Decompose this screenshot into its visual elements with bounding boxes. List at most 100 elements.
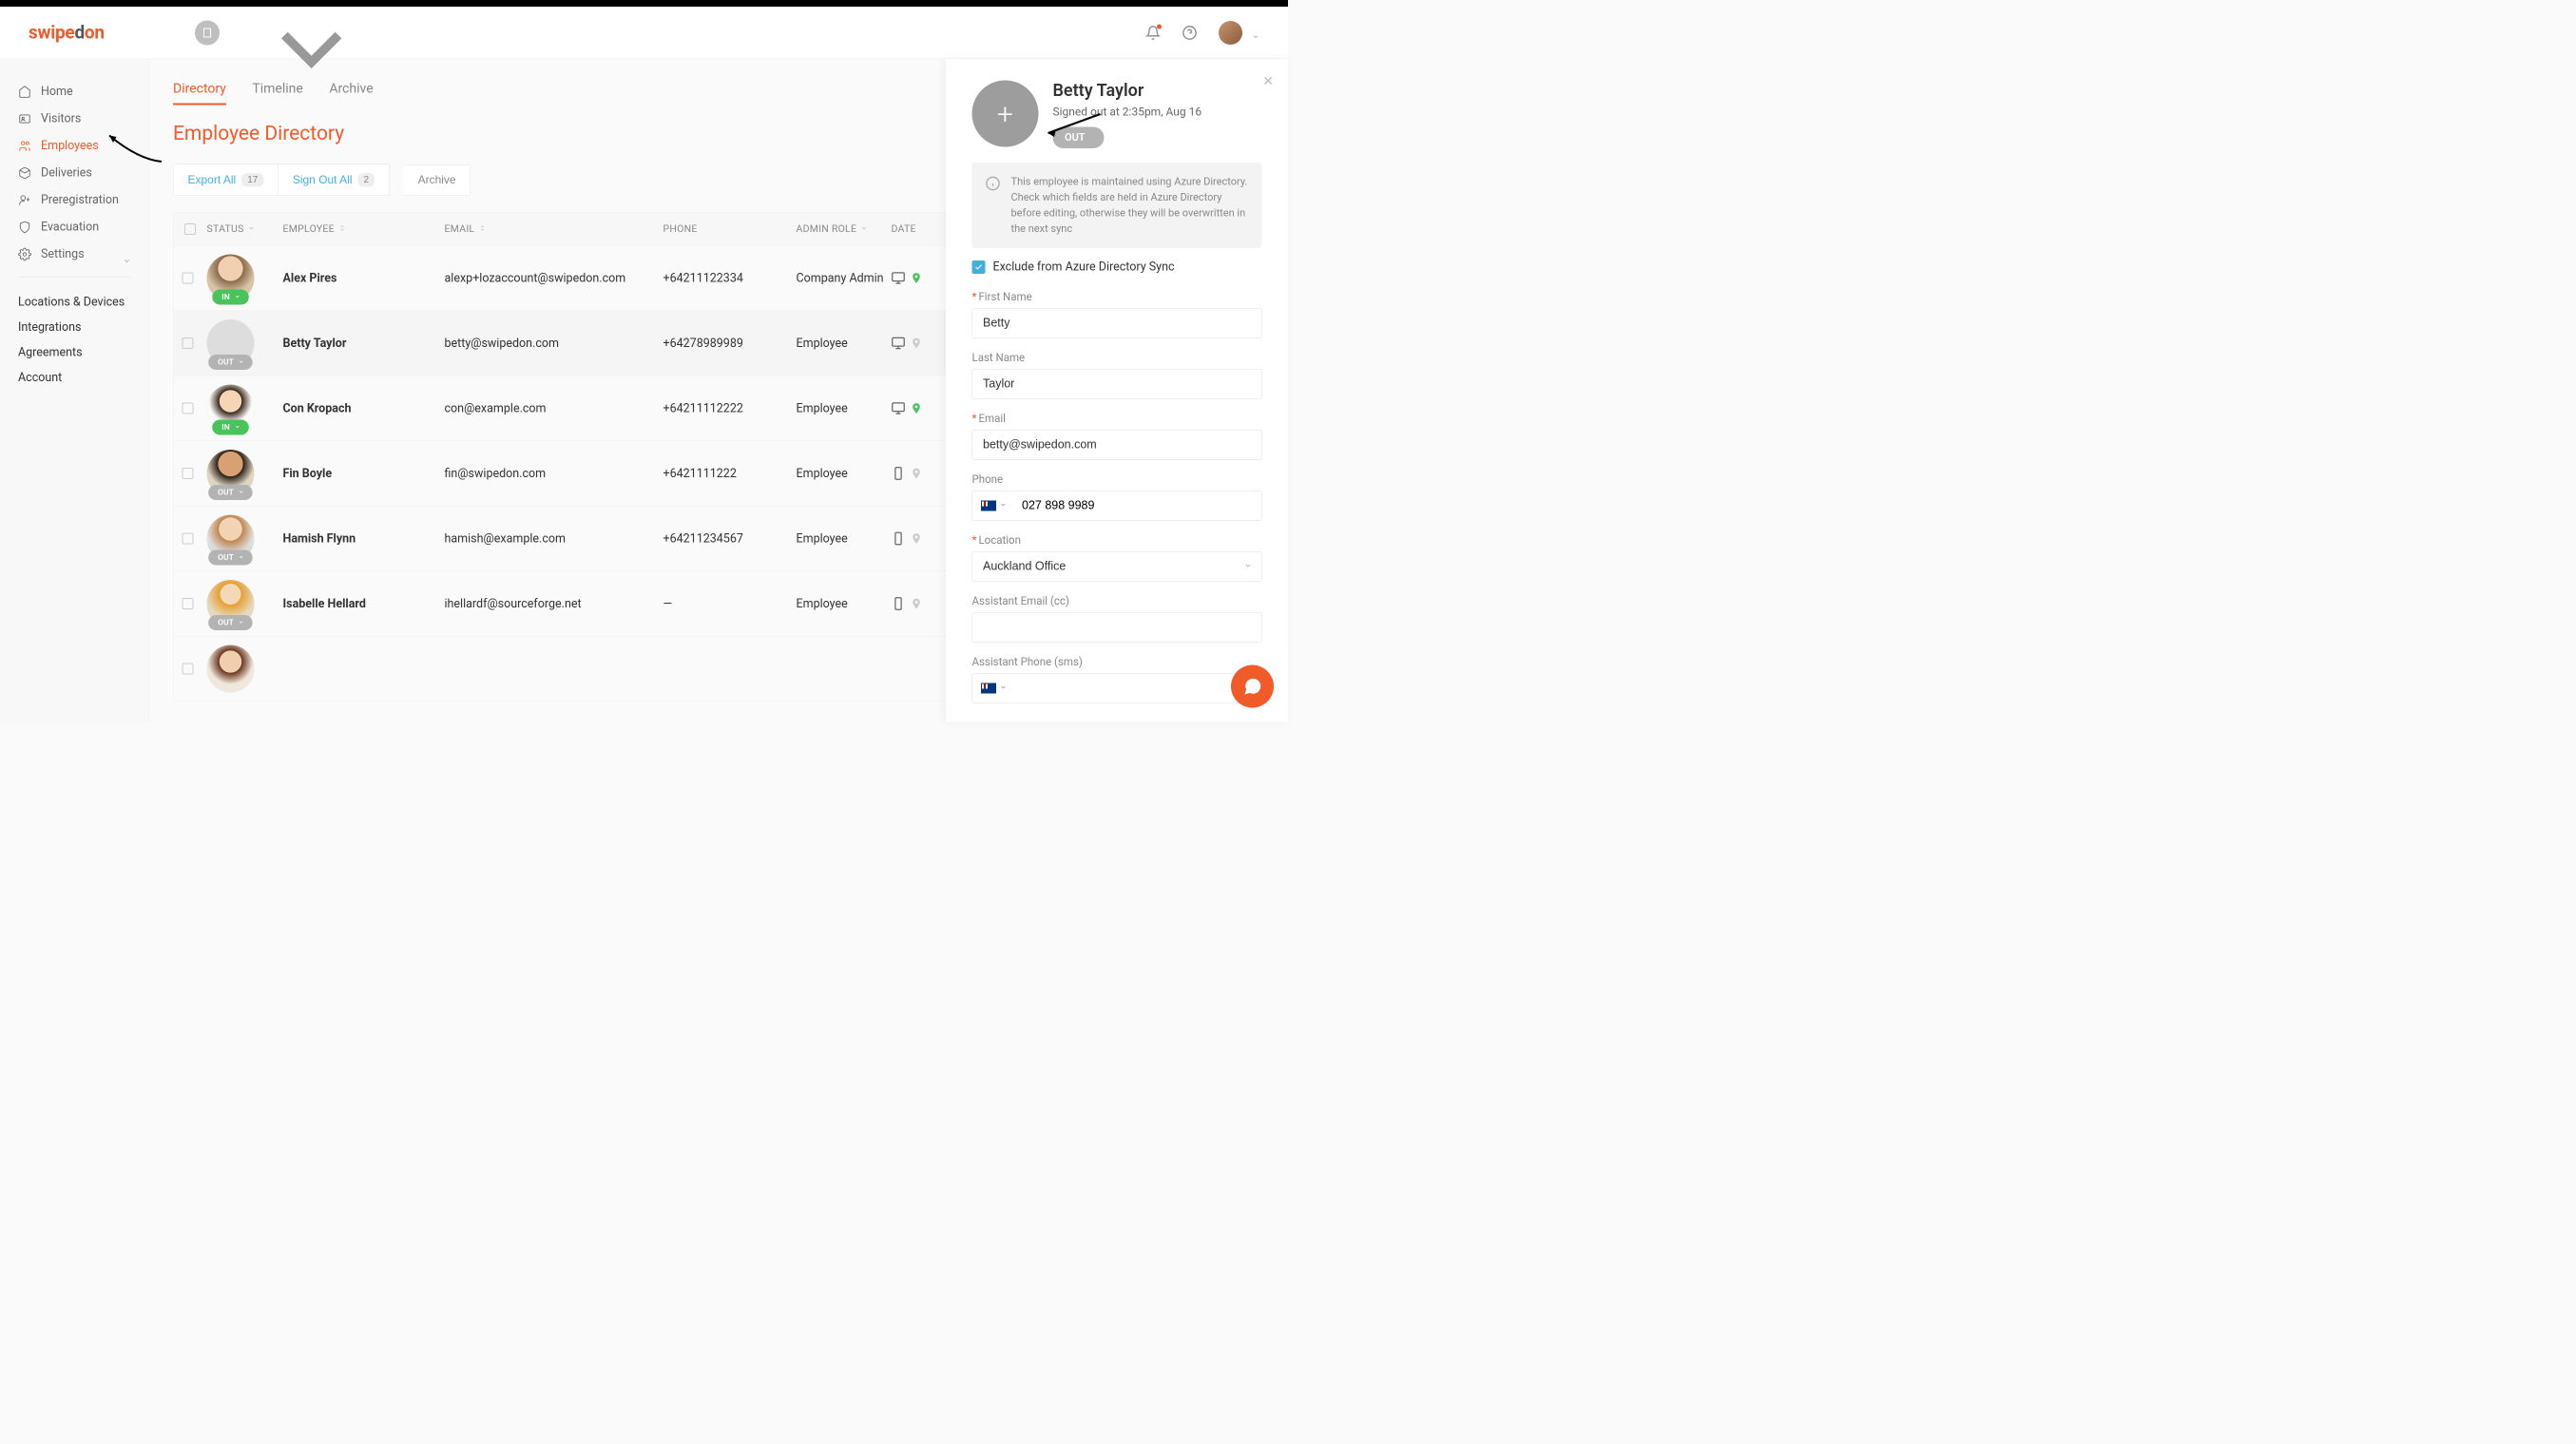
sidebar-item-preregistration[interactable]: Preregistration xyxy=(0,186,149,214)
employee-detail-panel: ✕ + Betty Taylor Signed out at 2:35pm, A… xyxy=(946,59,1288,722)
employee-name: Alex Pires xyxy=(283,271,445,285)
tab-directory[interactable]: Directory xyxy=(173,81,226,106)
employee-role: Employee xyxy=(797,597,892,611)
sidebar-item-label: Deliveries xyxy=(41,166,92,181)
employee-email: con@example.com xyxy=(445,401,663,415)
column-employee[interactable]: EMPLOYEE xyxy=(283,223,445,235)
location-select[interactable] xyxy=(972,551,1262,582)
status-pill[interactable]: OUT xyxy=(208,550,253,566)
status-pill[interactable]: OUT xyxy=(208,615,253,630)
employee-name: Con Kropach xyxy=(283,401,445,415)
detail-status-pill[interactable]: OUT xyxy=(1053,127,1105,149)
sidebar-link-agreements[interactable]: Agreements xyxy=(0,340,149,366)
phone-input-wrap[interactable] xyxy=(972,491,1262,521)
device-icon xyxy=(892,531,906,546)
chevron-down-icon xyxy=(1252,32,1259,40)
tab-archive[interactable]: Archive xyxy=(329,81,373,106)
select-all-checkbox[interactable] xyxy=(184,223,196,235)
column-role[interactable]: ADMIN ROLE xyxy=(797,223,892,235)
detail-name: Betty Taylor xyxy=(1053,81,1202,101)
employee-email: fin@swipedon.com xyxy=(445,467,663,481)
row-checkbox[interactable] xyxy=(183,598,194,609)
employee-phone: +6421111222 xyxy=(663,467,797,481)
shield-icon xyxy=(18,221,31,234)
last-name-input[interactable] xyxy=(972,369,1262,399)
sidebar-link-account[interactable]: Account xyxy=(0,365,149,391)
location-label: *Location xyxy=(972,534,1262,548)
archive-button[interactable]: Archive xyxy=(404,164,471,196)
device-indicators xyxy=(892,401,953,415)
row-checkbox[interactable] xyxy=(183,664,194,675)
user-plus-icon xyxy=(18,193,31,206)
chevron-down-icon xyxy=(124,254,131,261)
close-icon[interactable]: ✕ xyxy=(1262,73,1274,89)
panel-avatar-upload[interactable]: + xyxy=(972,81,1039,147)
device-icon xyxy=(892,467,906,481)
location-pin-icon xyxy=(911,272,923,284)
help-icon[interactable] xyxy=(1182,25,1198,40)
employee-phone: +64278989989 xyxy=(663,337,797,351)
box-icon xyxy=(18,166,31,180)
location-pin-icon xyxy=(911,532,923,545)
sidebar-item-settings[interactable]: Settings xyxy=(0,241,149,268)
row-checkbox[interactable] xyxy=(183,273,194,284)
flag-nz-icon xyxy=(981,500,996,510)
sidebar-item-home[interactable]: Home xyxy=(0,78,149,106)
row-checkbox[interactable] xyxy=(183,533,194,545)
first-name-input[interactable] xyxy=(972,308,1262,338)
assistant-phone-label: Assistant Phone (sms) xyxy=(972,656,1262,669)
assistant-phone-input[interactable] xyxy=(1011,674,1261,703)
sidebar-item-evacuation[interactable]: Evacuation xyxy=(0,214,149,241)
row-checkbox[interactable] xyxy=(183,468,194,479)
device-indicators xyxy=(892,597,953,611)
employee-name: Hamish Flynn xyxy=(283,531,445,546)
status-pill[interactable]: IN xyxy=(212,420,248,435)
employee-name: Betty Taylor xyxy=(283,337,445,351)
profile-menu[interactable] xyxy=(1219,21,1259,45)
topbar: swipedon Showcase account Auckland Offic… xyxy=(0,7,1288,59)
sidebar-item-employees[interactable]: Employees xyxy=(0,132,149,160)
sidebar-item-visitors[interactable]: Visitors xyxy=(0,106,149,133)
avatar xyxy=(1219,21,1242,45)
assistant-email-label: Assistant Email (cc) xyxy=(972,595,1262,608)
detail-signed-out: Signed out at 2:35pm, Aug 16 xyxy=(1053,106,1202,119)
bell-icon[interactable] xyxy=(1145,25,1161,40)
device-icon xyxy=(892,337,906,351)
employee-role: Employee xyxy=(797,401,892,415)
device-indicators xyxy=(892,337,953,351)
column-phone: PHONE xyxy=(663,223,797,235)
employee-phone: +64211122334 xyxy=(663,271,797,285)
sidebar-item-deliveries[interactable]: Deliveries xyxy=(0,160,149,187)
device-icon xyxy=(892,597,906,611)
email-input[interactable] xyxy=(972,430,1262,460)
sidebar-link-integrations[interactable]: Integrations xyxy=(0,315,149,340)
phone-input[interactable] xyxy=(1011,491,1261,521)
sign-out-all-button[interactable]: Sign Out All 2 xyxy=(279,164,390,197)
building-icon xyxy=(195,20,220,45)
sidebar-link-locations[interactable]: Locations & Devices xyxy=(0,290,149,316)
flag-nz-icon xyxy=(981,683,996,693)
export-all-button[interactable]: Export All 17 xyxy=(173,164,279,197)
assistant-phone-wrap[interactable] xyxy=(972,673,1262,703)
people-icon xyxy=(18,139,31,152)
plus-icon: + xyxy=(997,97,1013,131)
employee-name: Fin Boyle xyxy=(283,467,445,481)
chat-bubble-button[interactable] xyxy=(1231,665,1274,708)
status-pill[interactable]: OUT xyxy=(208,355,253,370)
export-count-badge: 17 xyxy=(241,173,263,187)
row-checkbox[interactable] xyxy=(183,337,194,349)
column-email[interactable]: EMAIL xyxy=(445,223,663,235)
device-icon xyxy=(892,401,906,415)
notification-dot xyxy=(1157,24,1162,29)
assistant-email-input[interactable] xyxy=(972,612,1262,643)
device-indicators xyxy=(892,531,953,546)
column-date: DATE xyxy=(892,223,953,235)
device-indicators xyxy=(892,467,953,481)
row-checkbox[interactable] xyxy=(183,403,194,414)
tab-timeline[interactable]: Timeline xyxy=(252,81,302,106)
status-pill[interactable]: OUT xyxy=(208,485,253,500)
status-pill[interactable]: IN xyxy=(212,290,248,305)
exclude-sync-checkbox[interactable]: Exclude from Azure Directory Sync xyxy=(972,260,1262,275)
signout-count-badge: 2 xyxy=(358,173,375,187)
column-status[interactable]: STATUS xyxy=(207,223,283,235)
